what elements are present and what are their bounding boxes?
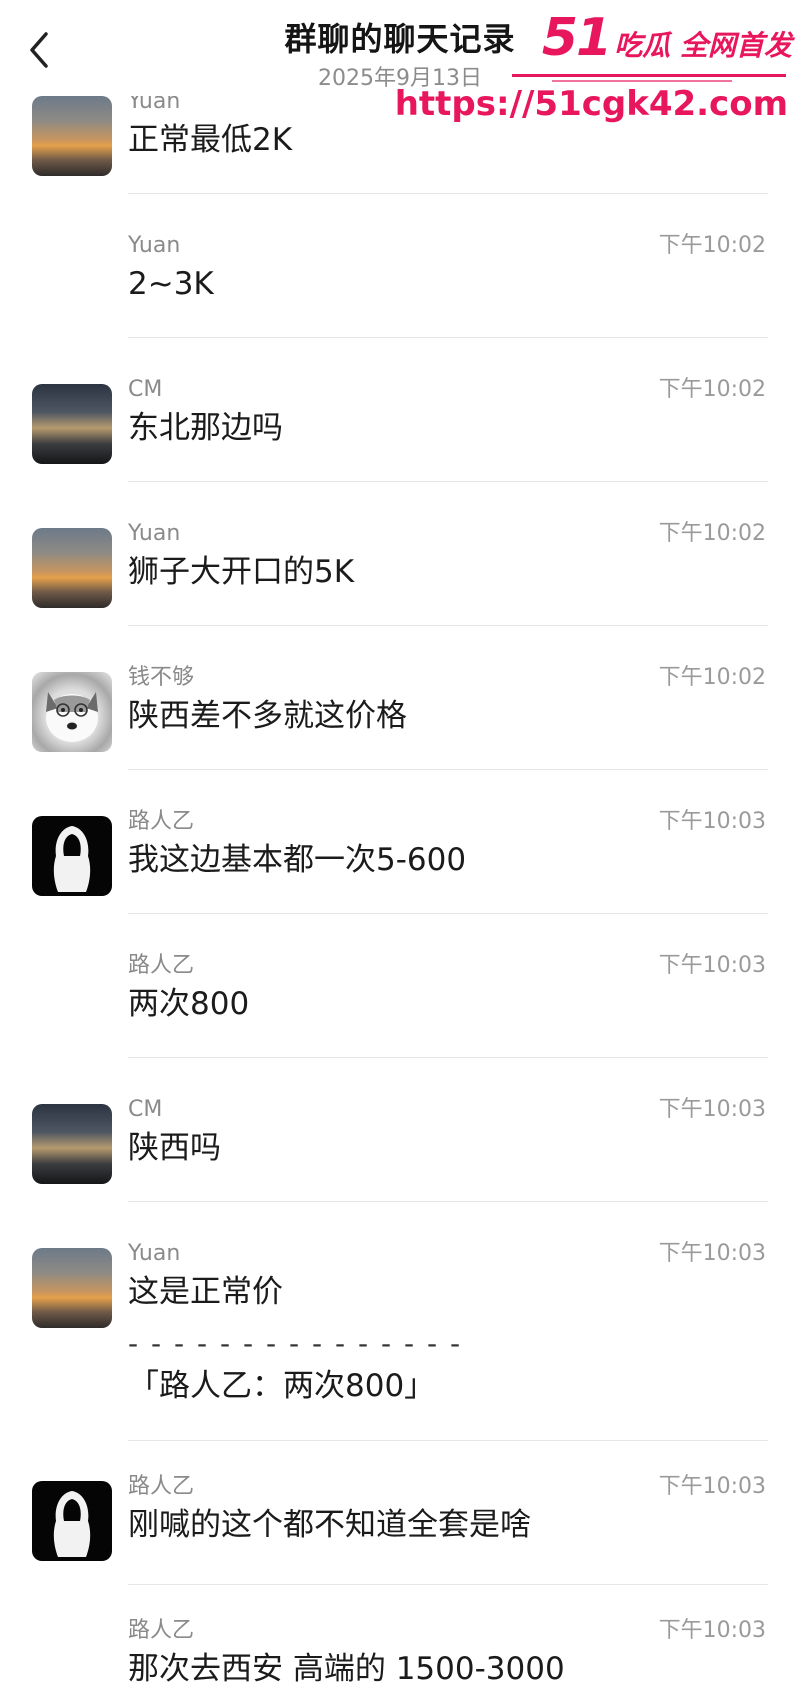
- message-text: 陕西差不多就这价格: [128, 698, 407, 734]
- message-time: 下午10:02: [658, 377, 766, 402]
- sender-name: 路人乙: [128, 953, 195, 978]
- message-time: 下午10:03: [658, 1474, 766, 1499]
- sender-name: CM: [128, 1097, 163, 1122]
- message-divider: [128, 337, 768, 338]
- avatar[interactable]: [32, 816, 112, 896]
- sender-name: 路人乙: [128, 1474, 195, 1499]
- message-divider: [128, 193, 768, 194]
- message-text: 那次去西安 高端的 1500-3000: [128, 1651, 565, 1687]
- avatar[interactable]: [32, 1481, 112, 1561]
- message-divider: [128, 913, 768, 914]
- message-text: 这是正常价: [128, 1274, 283, 1310]
- sender-name: Yuan: [128, 521, 181, 546]
- message-text: 两次800: [128, 986, 250, 1022]
- message-time: 下午10:03: [658, 953, 766, 978]
- watermark-logo: 51 吃瓜 全网首发 https://51cgk42.com: [395, 8, 792, 124]
- hooded-figure-icon: [53, 1491, 91, 1557]
- sender-name: 钱不够: [128, 665, 195, 690]
- message-divider: [128, 769, 768, 770]
- message-text: 陕西吗: [128, 1130, 221, 1166]
- quote-separator: - - - - - - - - - - - - - - -: [128, 1327, 463, 1360]
- avatar[interactable]: [32, 528, 112, 608]
- watermark-brand: 51 吃瓜 全网首发: [542, 8, 792, 68]
- message-text: 正常最低2K: [128, 122, 293, 158]
- avatar[interactable]: [32, 1248, 112, 1328]
- dog-face-icon: [46, 692, 98, 742]
- watermark-line: [512, 74, 786, 77]
- message-divider: [128, 481, 768, 482]
- message-divider: [128, 1584, 768, 1585]
- message-time: 下午10:03: [658, 1618, 766, 1643]
- watermark-line-secondary: [552, 80, 732, 82]
- message-divider: [128, 1057, 768, 1058]
- message-text: 狮子大开口的5K: [128, 554, 355, 590]
- avatar[interactable]: [32, 1104, 112, 1184]
- watermark-url: https://51cgk42.com: [394, 84, 788, 124]
- message-text: 我这边基本都一次5-600: [128, 842, 467, 878]
- avatar[interactable]: [32, 384, 112, 464]
- quoted-message: 「路人乙：两次800」: [128, 1368, 436, 1404]
- watermark-text: 吃瓜 全网首发: [614, 29, 792, 62]
- hooded-figure-icon: [53, 826, 91, 892]
- sender-name: 路人乙: [128, 809, 195, 834]
- message-time: 下午10:02: [658, 521, 766, 546]
- avatar[interactable]: [32, 96, 112, 176]
- message-text: 2~3K: [128, 266, 214, 302]
- message-divider: [128, 625, 768, 626]
- message-time: 下午10:03: [658, 1241, 766, 1266]
- sender-name: Yuan: [128, 233, 181, 258]
- watermark-number: 51: [541, 8, 612, 68]
- sender-name: Yuan: [128, 1241, 181, 1266]
- message-text: 东北那边吗: [128, 410, 283, 446]
- message-time: 下午10:02: [658, 233, 766, 258]
- message-time: 下午10:02: [658, 665, 766, 690]
- message-divider: [128, 1201, 768, 1202]
- sender-name: CM: [128, 377, 163, 402]
- message-time: 下午10:03: [658, 809, 766, 834]
- message-text: 刚喊的这个都不知道全套是啥: [128, 1507, 531, 1543]
- avatar[interactable]: [32, 672, 112, 752]
- sender-name: 路人乙: [128, 1618, 195, 1643]
- message-time: 下午10:03: [658, 1097, 766, 1122]
- message-divider: [128, 1440, 768, 1441]
